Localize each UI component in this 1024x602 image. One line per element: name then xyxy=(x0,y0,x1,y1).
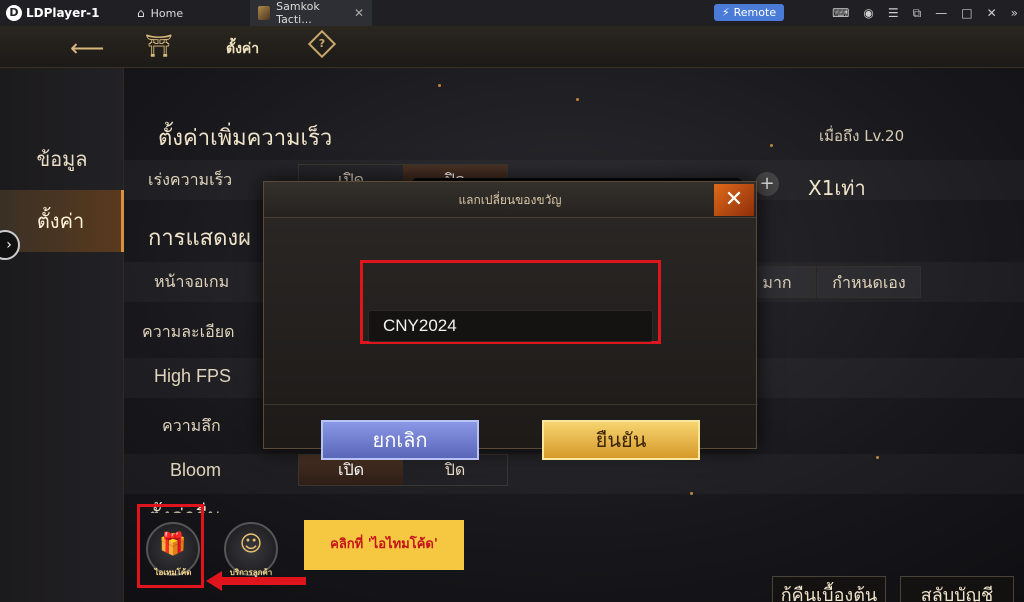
tab-game-label: Samkok Tacti... xyxy=(276,0,320,26)
settings-sidebar: ข้อมูล ตั้งค่า xyxy=(0,68,124,602)
help-glyph: ? xyxy=(318,37,326,50)
customer-service-icon: ☺ xyxy=(239,532,263,557)
back-arrow-icon[interactable]: ⟵ xyxy=(70,34,104,62)
emulator-titlebar: D LDPlayer-1 ⌂ Home Samkok Tacti... ✕ ⚡ … xyxy=(0,0,1024,26)
speed-value: X1เท่า xyxy=(808,176,866,200)
app-name: LDPlayer-1 xyxy=(26,6,100,20)
level-requirement: เมื่อถึง Lv.20 xyxy=(819,127,905,145)
instruction-callout: คลิกที่ 'ไอไทมโค้ด' xyxy=(304,520,464,570)
expand-icon[interactable]: » xyxy=(1011,6,1018,20)
dialog-title: แลกเปลี่ยนของขวัญ xyxy=(264,182,756,218)
tab-home[interactable]: ⌂ Home xyxy=(125,0,250,26)
tab-game[interactable]: Samkok Tacti... ✕ xyxy=(250,0,372,26)
tab-close-icon[interactable]: ✕ xyxy=(354,6,364,20)
remote-button[interactable]: ⚡ Remote xyxy=(714,4,784,21)
plus-icon[interactable]: + xyxy=(755,172,779,196)
gift-highlight-box xyxy=(137,504,204,588)
window-controls: ⌨ ◉ ☰ ⧉ — □ ✕ » xyxy=(832,0,1018,26)
game-viewport: ⟵ ⛩ ตั้งค่า ? ข้อมูล ตั้งค่า › ตั้งค่าเพ… xyxy=(0,26,1024,602)
row-band xyxy=(124,454,1024,494)
screen-option-custom[interactable]: กำหนดเอง xyxy=(817,266,921,298)
sidebar-item-label: ตั้งค่า xyxy=(36,209,85,233)
gamepad-icon[interactable]: ⌨ xyxy=(832,6,849,20)
sidebar-item-label: ข้อมูล xyxy=(36,147,88,171)
remote-label: Remote xyxy=(733,6,777,19)
minimize-icon[interactable]: — xyxy=(935,6,947,20)
help-icon[interactable]: ? xyxy=(307,29,337,59)
callout-arrow-icon xyxy=(206,571,306,591)
maximize-icon[interactable]: □ xyxy=(961,6,972,20)
confirm-button[interactable]: ยืนยัน xyxy=(542,420,700,460)
depth-row-label: ความลึก xyxy=(162,416,221,435)
dialog-divider xyxy=(264,404,758,405)
speed-section-title: ตั้งค่าเพิ่มความเร็ว xyxy=(158,126,333,151)
gift-exchange-dialog: แลกเปลี่ยนของขวัญ ✕ CNY2024 ยกเลิก ยืนยั… xyxy=(263,181,758,460)
resolution-row-label: ความละเอียด xyxy=(142,322,235,341)
tab-home-label: Home xyxy=(150,6,184,20)
close-icon[interactable]: ✕ xyxy=(714,184,754,216)
screen-row-label: หน้าจอเกม xyxy=(154,272,230,291)
account-icon[interactable]: ◉ xyxy=(863,6,873,20)
restore-icon[interactable]: ⧉ xyxy=(913,6,922,21)
page-title: ตั้งค่า xyxy=(226,41,260,57)
sidebar-item-info[interactable]: ข้อมูล xyxy=(0,128,124,190)
restore-defaults-button[interactable]: กู้คืนเบื้องต้น xyxy=(772,576,886,602)
display-section-title: การแสดงผ xyxy=(148,226,252,251)
bloom-row-label: Bloom xyxy=(170,460,222,480)
app-brand: D LDPlayer-1 xyxy=(0,5,125,21)
ldplayer-logo-icon: D xyxy=(6,5,22,21)
speed-row-label: เร่งความเร็ว xyxy=(148,170,233,189)
settings-topbar: ⟵ ⛩ ตั้งค่า ? xyxy=(0,26,1024,68)
home-icon: ⌂ xyxy=(137,6,145,20)
menu-icon[interactable]: ☰ xyxy=(888,6,899,20)
cancel-button[interactable]: ยกเลิก xyxy=(321,420,479,460)
fps-row-label: High FPS xyxy=(154,366,232,386)
lightning-icon: ⚡ xyxy=(721,6,730,19)
game-thumbnail-icon xyxy=(258,6,271,20)
close-window-icon[interactable]: ✕ xyxy=(987,6,997,20)
gift-code-input[interactable]: CNY2024 xyxy=(368,310,653,342)
switch-account-button[interactable]: สลับบัญชี xyxy=(900,576,1014,602)
palace-gate-icon[interactable]: ⛩ xyxy=(145,34,173,59)
